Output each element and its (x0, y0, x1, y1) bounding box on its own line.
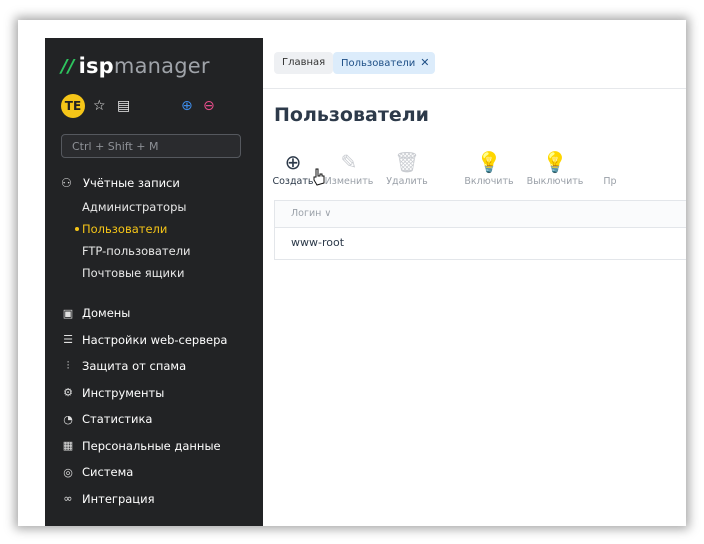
sidebar-menu: ▣ Домены ☰ Настройки web-сервера ⫶ Защит… (61, 300, 257, 512)
sidebar-item-users[interactable]: Пользователи (61, 218, 257, 240)
filter-icon: ⫶ (66, 359, 70, 373)
more-button[interactable]: Пр (595, 148, 625, 187)
users-icon: ⚇ (61, 176, 72, 190)
pie-chart-icon: ◔ (63, 412, 73, 426)
sliders-icon: ☰ (63, 333, 73, 347)
clipboard-icon[interactable]: ▤ (117, 98, 130, 114)
enable-button[interactable]: 💡 Включить (459, 148, 519, 187)
trash-icon: 🗑 (394, 150, 420, 174)
hand-cursor-icon (312, 168, 326, 190)
delete-label: Удалить (386, 176, 428, 187)
accounts-label: Учётные записи (83, 176, 180, 190)
menu-label: Система (82, 465, 134, 480)
menu-label: Интеграция (82, 491, 155, 506)
star-icon[interactable]: ☆ (93, 98, 106, 114)
logo-isp-text: isp (78, 54, 114, 78)
table-row[interactable]: www-root (275, 228, 686, 258)
sidebar-item-domains[interactable]: ▣ Домены (61, 300, 257, 327)
sidebar-item-mailboxes[interactable]: Почтовые ящики (61, 262, 257, 284)
sidebar-item-webserver-settings[interactable]: ☰ Настройки web-сервера (61, 327, 257, 354)
sidebar-item-ftp-users[interactable]: FTP-пользователи (61, 240, 257, 262)
accounts-header[interactable]: ⚇ Учётные записи (61, 174, 257, 192)
pencil-icon: ✎ (340, 150, 358, 174)
tab-users[interactable]: Пользователи ✕ (333, 52, 436, 74)
menu-label: Статистика (82, 412, 153, 427)
search-input[interactable] (61, 134, 241, 158)
more-label: Пр (603, 176, 617, 187)
sidebar-item-integration[interactable]: ∞ Интеграция (61, 486, 257, 513)
bulb-on-icon: 💡 (476, 150, 502, 174)
sidebar-item-administrators[interactable]: Администраторы (61, 196, 257, 218)
app-logo[interactable]: // isp manager (61, 54, 210, 78)
domain-icon: ▣ (62, 306, 74, 320)
tab-home[interactable]: Главная (274, 52, 334, 74)
menu-label: Настройки web-сервера (82, 332, 228, 347)
os-icon: ◎ (63, 465, 73, 479)
menu-label: Персональные данные (82, 438, 221, 453)
add-circle-icon[interactable]: ⊕ (181, 98, 193, 114)
delete-button[interactable]: 🗑 Удалить (377, 148, 437, 187)
accounts-section: ⚇ Учётные записи Администраторы Пользова… (61, 174, 257, 284)
avatar[interactable]: TE (61, 94, 85, 118)
document-icon: ▦ (62, 439, 74, 453)
remove-circle-icon[interactable]: ⊖ (203, 98, 215, 114)
main-content: Главная Пользователи ✕ Пользователи ⊕ Соз… (263, 38, 686, 526)
menu-label: Инструменты (82, 385, 165, 400)
app-window: // isp manager TE ☆ ▤ ⊕ ⊖ ⚇ Учётные запи… (18, 20, 686, 526)
sidebar-item-personal-data[interactable]: ▦ Персональные данные (61, 433, 257, 460)
link-icon: ∞ (63, 492, 73, 506)
sidebar: // isp manager TE ☆ ▤ ⊕ ⊖ ⚇ Учётные запи… (45, 38, 263, 526)
sidebar-item-spam-protection[interactable]: ⫶ Защита от спама (61, 353, 257, 380)
close-icon[interactable]: ✕ (420, 56, 429, 69)
logo-mark: // (61, 55, 75, 77)
page-title: Пользователи (274, 104, 429, 126)
disable-label: Выключить (526, 176, 584, 187)
bulb-off-icon: 💡 (542, 150, 568, 174)
tab-users-label: Пользователи (341, 58, 416, 69)
column-header-login[interactable]: Логин ∨ (275, 201, 686, 228)
disable-button[interactable]: 💡 Выключить (525, 148, 585, 187)
tabs-bar: Главная Пользователи ✕ (263, 38, 686, 89)
gear-icon: ⚙ (63, 386, 73, 400)
sidebar-item-tools[interactable]: ⚙ Инструменты (61, 380, 257, 407)
sidebar-item-system[interactable]: ◎ Система (61, 459, 257, 486)
users-table: Логин ∨ www-root (274, 200, 686, 260)
logo-manager-text: manager (113, 54, 210, 78)
toolbar: ⊕ Создать ✎ Изменить 🗑 Удалить 💡 Включит… (263, 148, 686, 198)
sidebar-top-icons: TE ☆ ▤ ⊕ ⊖ (61, 94, 251, 120)
menu-label: Защита от спама (82, 359, 187, 374)
sidebar-item-statistics[interactable]: ◔ Статистика (61, 406, 257, 433)
menu-label: Домены (82, 306, 131, 321)
edit-label: Изменить (324, 176, 374, 187)
enable-label: Включить (464, 176, 514, 187)
edit-button[interactable]: ✎ Изменить (319, 148, 379, 187)
